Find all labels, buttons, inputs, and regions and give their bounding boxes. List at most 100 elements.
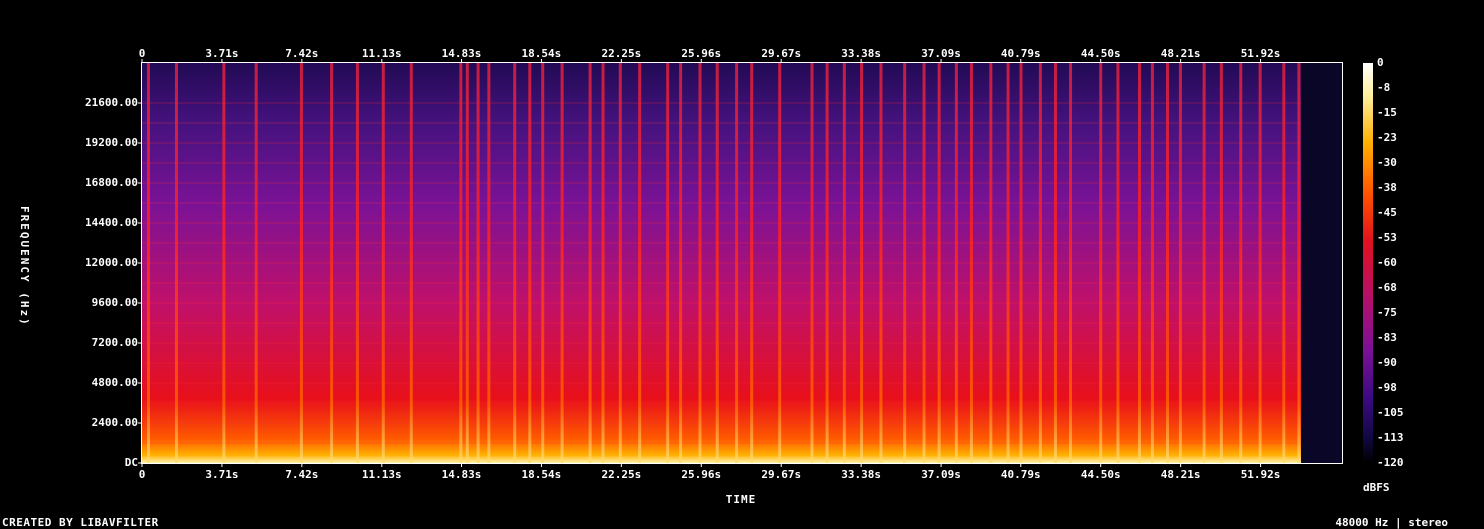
transient-mark (1099, 63, 1103, 463)
transient-mark (954, 63, 958, 463)
transient-mark (860, 63, 864, 463)
transient-mark (355, 63, 359, 463)
transient-mark (735, 63, 739, 463)
transient-mark (381, 63, 385, 463)
transient-mark (528, 63, 532, 463)
spectrogram-plot-area (142, 63, 1342, 463)
x-tick-label-top: 25.96s (681, 47, 722, 60)
transient-mark (1202, 63, 1206, 463)
transient-mark (174, 63, 178, 463)
colorbar-tick-label: -83 (1377, 331, 1397, 344)
transient-mark (588, 63, 592, 463)
transient-mark (409, 63, 413, 463)
transient-mark (750, 63, 754, 463)
colorbar-tick-label: -8 (1377, 81, 1391, 94)
transient-mark (715, 63, 719, 463)
transient-mark (1053, 63, 1057, 463)
x-tick-label-bottom: 7.42s (285, 468, 319, 481)
colorbar-tick-label: -75 (1377, 306, 1397, 319)
x-tick-label-top: 51.92s (1240, 47, 1281, 60)
y-tick-label: 21600.00 (85, 96, 138, 109)
x-tick-label-top: 48.21s (1160, 47, 1201, 60)
transient-mark (842, 63, 846, 463)
x-tick-label-top: 44.50s (1080, 47, 1121, 60)
x-tick-label-bottom: 51.92s (1240, 468, 1281, 481)
colorbar-tick-label: -15 (1377, 106, 1397, 119)
x-tick-label-bottom: 40.79s (1000, 468, 1041, 481)
transient-mark (1137, 63, 1141, 463)
x-tick-label-top: 7.42s (285, 47, 319, 60)
transient-mark (1116, 63, 1120, 463)
colorbar-tick-label: -90 (1377, 356, 1397, 369)
y-tick-label: 2400.00 (91, 416, 138, 429)
transient-mark (1219, 63, 1223, 463)
colorbar-tick-label: -68 (1377, 281, 1397, 294)
transient-mark (1178, 63, 1182, 463)
x-axis-title: TIME (725, 493, 757, 506)
x-tick-label-top: 3.71s (205, 47, 239, 60)
colorbar-tick-label: -98 (1377, 381, 1397, 394)
transient-mark (560, 63, 564, 463)
transient-mark (1239, 63, 1243, 463)
transient-mark (937, 63, 941, 463)
colorbar-tick-label: -53 (1377, 231, 1397, 244)
x-tick-label-bottom: 33.38s (841, 468, 881, 481)
transient-mark (513, 63, 517, 463)
transient-mark (698, 63, 702, 463)
x-tick-label-top: 14.83s (441, 47, 482, 60)
y-tick-label: 14400.00 (85, 216, 138, 229)
x-tick-label-top: 40.79s (1000, 47, 1041, 60)
y-tick-label: 4800.00 (91, 376, 138, 389)
transient-mark (679, 63, 683, 463)
transient-mark (778, 63, 782, 463)
transient-mark (1282, 63, 1286, 463)
y-tick-label: 9600.00 (91, 296, 138, 309)
colorbar-unit: dBFS (1363, 481, 1390, 494)
x-tick-label-bottom: 0 (138, 468, 146, 481)
transient-mark (922, 63, 926, 463)
transient-mark (1150, 63, 1154, 463)
x-tick-label-bottom: 22.25s (601, 468, 642, 481)
transient-mark (146, 63, 150, 463)
transient-mark (1069, 63, 1073, 463)
transient-mark (222, 63, 226, 463)
y-tick-label: 16800.00 (85, 176, 138, 189)
transient-mark (541, 63, 545, 463)
transient-mark (1297, 63, 1301, 463)
x-tick-label-top: 22.25s (601, 47, 642, 60)
transient-mark (1038, 63, 1042, 463)
transient-mark (476, 63, 480, 463)
x-tick-label-bottom: 44.50s (1080, 468, 1121, 481)
x-tick-label-bottom: 29.67s (761, 468, 802, 481)
transient-mark (1258, 63, 1262, 463)
colorbar-tick-label: -38 (1377, 181, 1397, 194)
transient-mark (969, 63, 973, 463)
colorbar-tick-label: -45 (1377, 206, 1397, 219)
y-tick-label: DC (124, 456, 138, 469)
transient-mark (1006, 63, 1010, 463)
transient-mark (254, 63, 258, 463)
x-tick-label-top: 11.13s (361, 47, 402, 60)
spectrogram-chart (138, 59, 1373, 467)
transient-mark (810, 63, 814, 463)
x-tick-label-bottom: 3.71s (205, 468, 239, 481)
colorbar-tick-label: -30 (1377, 156, 1397, 169)
credit-text: CREATED BY LIBAVFILTER (2, 516, 159, 529)
y-tick-label: 7200.00 (91, 336, 138, 349)
x-tick-label-bottom: 48.21s (1160, 468, 1201, 481)
transient-mark (618, 63, 622, 463)
y-tick-label: 12000.00 (85, 256, 138, 269)
colorbar-tick-label: -120 (1377, 456, 1404, 469)
signal-tail (1301, 63, 1342, 463)
transient-mark (1019, 63, 1023, 463)
colorbar-tick-label: -60 (1377, 256, 1397, 269)
transient-mark (989, 63, 993, 463)
colorbar-tick-label: -113 (1377, 431, 1404, 444)
transient-mark (330, 63, 334, 463)
transient-mark (1165, 63, 1169, 463)
x-tick-label-bottom: 18.54s (521, 468, 562, 481)
y-axis-title: FREQUENCY (Hz) (18, 206, 31, 327)
transient-mark (879, 63, 883, 463)
y-tick-label: 19200.00 (85, 136, 138, 149)
x-tick-label-bottom: 37.09s (921, 468, 961, 481)
